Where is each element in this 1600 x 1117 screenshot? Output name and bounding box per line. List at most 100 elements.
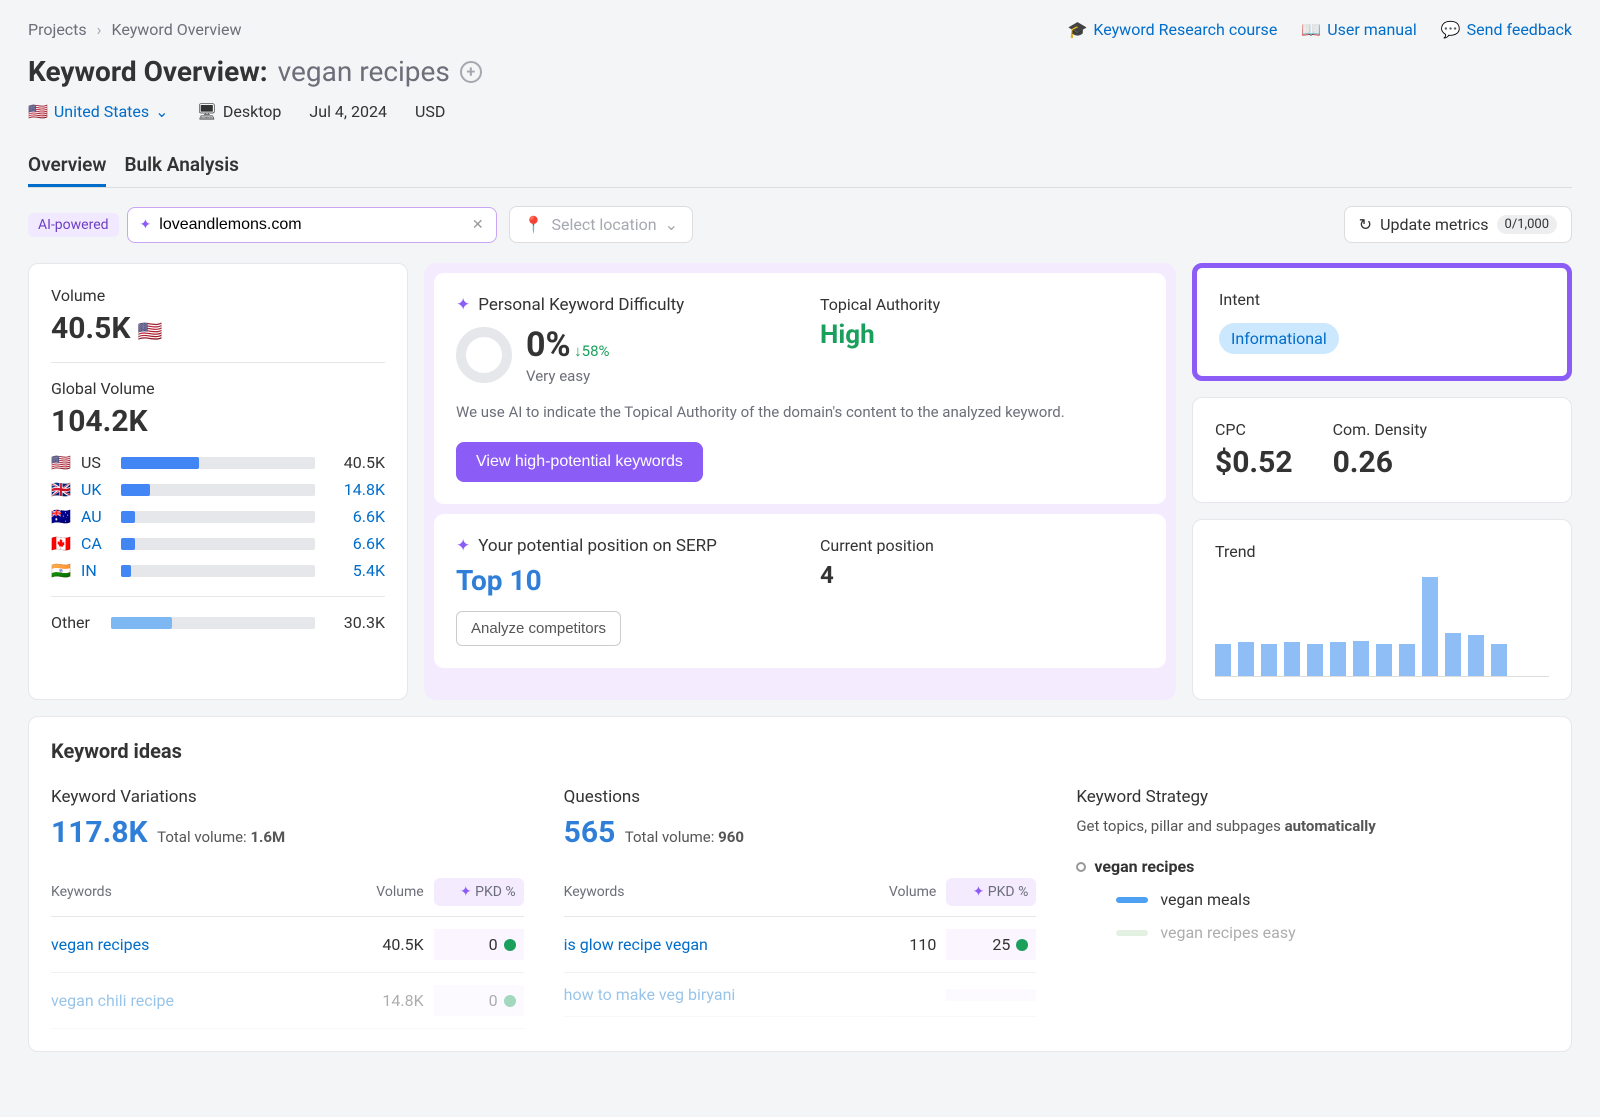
breadcrumb: Projects › Keyword Overview	[28, 20, 242, 39]
strategy-item[interactable]: vegan meals	[1116, 890, 1549, 909]
link-manual[interactable]: 📖User manual	[1301, 20, 1416, 39]
country-volume: 14.8K	[325, 480, 385, 499]
country-volume: 6.6K	[325, 507, 385, 526]
flag-icon: 🇦🇺	[51, 507, 71, 526]
strategy-root: vegan recipes	[1076, 857, 1549, 876]
intent-badge: Informational	[1219, 323, 1339, 354]
pkd-cell: 25	[946, 929, 1036, 960]
trend-bar	[1445, 633, 1461, 676]
ta-value: High	[820, 320, 1144, 350]
sparkle-icon: ✦	[456, 536, 470, 556]
refresh-icon: ↻	[1359, 215, 1372, 234]
currency-label: USD	[415, 102, 445, 121]
keyword-link[interactable]: vegan chili recipe	[51, 991, 344, 1010]
trend-bar	[1284, 642, 1300, 676]
cpc-label: CPC	[1215, 420, 1293, 439]
country-row[interactable]: 🇬🇧 UK 14.8K	[51, 480, 385, 499]
keyword-link[interactable]: vegan recipes	[51, 935, 344, 954]
th-pkd: ✦ PKD %	[434, 878, 524, 906]
strategy-title: Keyword Strategy	[1076, 787, 1549, 807]
line-icon	[1116, 897, 1148, 903]
update-metrics-button[interactable]: ↻ Update metrics 0/1,000	[1344, 206, 1572, 243]
trend-bar	[1238, 642, 1254, 676]
link-course[interactable]: 🎓Keyword Research course	[1067, 20, 1277, 39]
strategy-item[interactable]: vegan recipes easy	[1116, 923, 1549, 942]
strategy-column: Keyword Strategy Get topics, pillar and …	[1076, 787, 1549, 1029]
keyword-link[interactable]: is glow recipe vegan	[564, 935, 857, 954]
table-row[interactable]: is glow recipe vegan 110 25	[564, 917, 1037, 973]
domain-input-wrapper[interactable]: ✦ ✕	[127, 207, 497, 243]
volume-cell: 40.5K	[344, 935, 424, 954]
country-row[interactable]: 🇮🇳 IN 5.4K	[51, 561, 385, 580]
trend-card: Trend	[1192, 519, 1572, 700]
keyword-ideas-card: Keyword ideas Keyword Variations 117.8K …	[28, 716, 1572, 1052]
volume-cell: 14.8K	[344, 991, 424, 1010]
country-volume: 5.4K	[325, 561, 385, 580]
country-volume: 6.6K	[325, 534, 385, 553]
th-volume: Volume	[856, 884, 936, 900]
intent-label: Intent	[1219, 290, 1545, 309]
table-row[interactable]: vegan recipes 40.5K 0	[51, 917, 524, 973]
country-row[interactable]: 🇨🇦 CA 6.6K	[51, 534, 385, 553]
serp-title: Your potential position on SERP	[478, 536, 717, 556]
clear-icon[interactable]: ✕	[472, 217, 484, 233]
analyze-competitors-button[interactable]: Analyze competitors	[456, 611, 621, 646]
sparkle-icon: ✦	[140, 217, 152, 233]
pkd-value: 0%	[526, 325, 571, 365]
volume-cell: 110	[856, 935, 936, 954]
trend-bar	[1353, 641, 1369, 677]
pkd-sub: Very easy	[526, 367, 610, 385]
country-row[interactable]: 🇦🇺 AU 6.6K	[51, 507, 385, 526]
variations-column: Keyword Variations 117.8K Total volume: …	[51, 787, 524, 1029]
flag-icon: 🇺🇸	[51, 453, 71, 472]
page-title: Keyword Overview: vegan recipes +	[28, 55, 1572, 88]
trend-bar	[1399, 644, 1415, 676]
cpc-value: $0.52	[1215, 445, 1293, 480]
domain-input[interactable]	[159, 216, 464, 234]
view-keywords-button[interactable]: View high-potential keywords	[456, 442, 703, 482]
intent-card: Intent Informational	[1192, 263, 1572, 381]
variations-count[interactable]: 117.8K	[51, 815, 148, 850]
country-row[interactable]: 🇺🇸 US 40.5K	[51, 453, 385, 472]
tab-bulk-analysis[interactable]: Bulk Analysis	[124, 145, 238, 187]
location-selector[interactable]: 📍 Select location ⌄	[509, 206, 693, 243]
chevron-down-icon: ⌄	[665, 215, 678, 234]
variations-title: Keyword Variations	[51, 787, 524, 807]
th-keywords: Keywords	[51, 884, 344, 900]
th-volume: Volume	[344, 884, 424, 900]
link-feedback[interactable]: 💬Send feedback	[1441, 20, 1572, 39]
trend-label: Trend	[1215, 542, 1549, 561]
table-row[interactable]: how to make veg biryani	[564, 973, 1037, 1017]
questions-count[interactable]: 565	[564, 815, 616, 850]
device-selector[interactable]: 🖥 Desktop	[197, 102, 282, 121]
trend-bar	[1261, 644, 1277, 676]
ai-powered-badge: AI-powered	[28, 213, 119, 237]
trend-bar	[1330, 642, 1346, 676]
country-volume: 40.5K	[325, 453, 385, 472]
country-selector[interactable]: 🇺🇸 United States ⌄	[28, 102, 169, 121]
trend-bar	[1491, 644, 1507, 676]
book-icon: 📖	[1301, 20, 1321, 39]
keyword-link[interactable]: how to make veg biryani	[564, 985, 857, 1004]
update-counter: 0/1,000	[1497, 215, 1557, 234]
tab-overview[interactable]: Overview	[28, 145, 106, 187]
th-keywords: Keywords	[564, 884, 857, 900]
current-position-value: 4	[820, 561, 1144, 589]
global-volume-value: 104.2K	[51, 404, 385, 439]
dot-green-icon	[504, 939, 516, 951]
chevron-right-icon: ›	[97, 20, 102, 39]
breadcrumb-current: Keyword Overview	[111, 20, 241, 39]
desktop-icon: 🖥	[197, 102, 217, 121]
add-keyword-button[interactable]: +	[460, 61, 482, 83]
trend-bar	[1468, 635, 1484, 676]
th-pkd: ✦ PKD %	[946, 878, 1036, 906]
pkd-change: ↓58%	[574, 342, 609, 360]
breadcrumb-root[interactable]: Projects	[28, 20, 87, 39]
volume-card: Volume 40.5K 🇺🇸 Global Volume 104.2K 🇺🇸 …	[28, 263, 408, 700]
questions-column: Questions 565 Total volume: 960 Keywords…	[564, 787, 1037, 1029]
flag-icon: 🇬🇧	[51, 480, 71, 499]
keyword-text: vegan recipes	[278, 55, 450, 88]
table-row[interactable]: vegan chili recipe 14.8K 0	[51, 973, 524, 1029]
trend-bar	[1376, 644, 1392, 676]
pkd-cell: 0	[434, 985, 524, 1016]
